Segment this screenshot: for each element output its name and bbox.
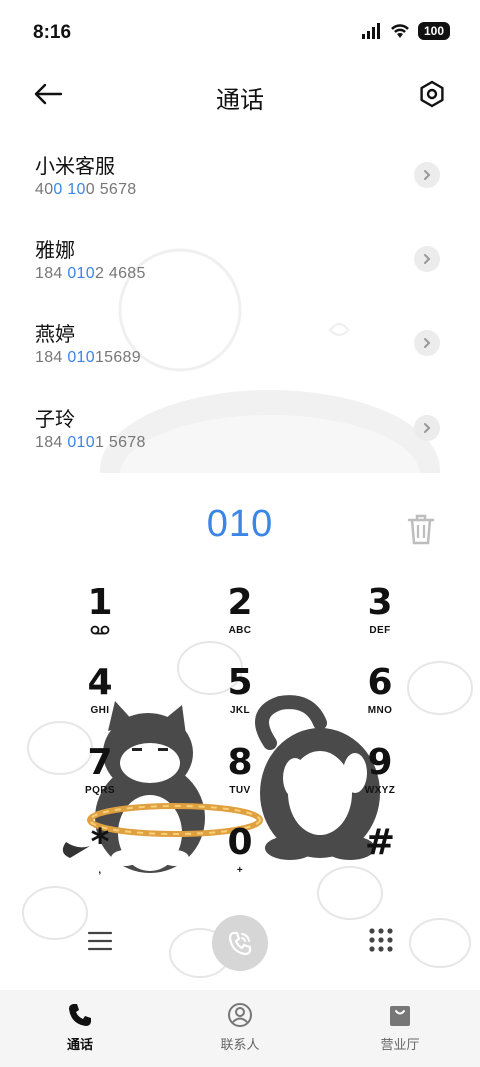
contact-number: 184 01015689	[35, 349, 141, 366]
dial-key-7[interactable]: 7 PQRS	[45, 743, 155, 823]
phone-icon	[69, 1004, 91, 1026]
nav-tab-calls[interactable]: 通话	[20, 990, 140, 1067]
phone-call-icon	[228, 931, 252, 956]
menu-icon	[87, 931, 113, 951]
battery-indicator: 100	[417, 22, 450, 40]
nav-tab-business-hall[interactable]: 营业厅	[340, 990, 460, 1067]
contact-detail-button[interactable]	[414, 330, 440, 356]
status-time: 8:16	[33, 22, 72, 43]
dial-key-1[interactable]: 1	[45, 583, 155, 663]
dial-key-4[interactable]: 4 GHI	[45, 663, 155, 743]
trash-icon	[407, 514, 435, 545]
contact-detail-button[interactable]	[414, 415, 440, 441]
contact-row[interactable]: 小米客服 400 100 5678	[0, 130, 480, 214]
contact-detail-button[interactable]	[414, 162, 440, 188]
contact-name: 子玲	[35, 409, 75, 431]
dial-key-hash[interactable]: #	[325, 823, 435, 903]
dial-key-3[interactable]: 3 DEF	[325, 583, 435, 663]
dialpad-toggle-button[interactable]	[367, 926, 395, 954]
bottom-navigation: 通话 联系人 营业厅	[0, 990, 480, 1067]
page-title: 通话	[216, 87, 264, 114]
chevron-right-icon	[424, 338, 431, 348]
dial-key-2[interactable]: 2 ABC	[185, 583, 295, 663]
chevron-right-icon	[424, 254, 431, 264]
status-icons: 100	[361, 22, 450, 40]
dial-key-5[interactable]: 5 JKL	[185, 663, 295, 743]
dial-key-star[interactable]: * ,	[45, 823, 155, 903]
menu-button[interactable]	[86, 927, 114, 955]
voicemail-icon	[90, 625, 110, 635]
person-icon	[228, 1003, 252, 1027]
dial-key-8[interactable]: 8 TUV	[185, 743, 295, 823]
wifi-icon	[391, 24, 409, 38]
call-button[interactable]	[212, 915, 268, 971]
gear-icon	[420, 80, 444, 108]
dial-key-6[interactable]: 6 MNO	[325, 663, 435, 743]
contact-row[interactable]: 子玲 184 0101 5678	[0, 383, 480, 467]
dial-key-0[interactable]: 0 +	[185, 823, 295, 903]
delete-button[interactable]	[406, 512, 436, 546]
dial-key-9[interactable]: 9 WXYZ	[325, 743, 435, 823]
contact-detail-button[interactable]	[414, 246, 440, 272]
contact-number: 184 0101 5678	[35, 434, 146, 451]
contact-name: 小米客服	[35, 156, 115, 178]
contact-name: 燕婷	[35, 324, 75, 346]
contact-number: 184 0102 4685	[35, 265, 146, 282]
settings-button[interactable]	[416, 78, 448, 110]
contact-name: 雅娜	[35, 240, 75, 262]
nav-tab-contacts[interactable]: 联系人	[180, 990, 300, 1067]
signal-icon	[361, 23, 380, 39]
contact-row[interactable]: 雅娜 184 0102 4685	[0, 214, 480, 298]
bag-icon	[390, 1006, 410, 1026]
contact-row[interactable]: 燕婷 184 01015689	[0, 298, 480, 382]
contact-number: 400 100 5678	[35, 181, 137, 198]
dialpad-grid-icon	[369, 928, 393, 952]
chevron-right-icon	[424, 170, 431, 180]
chevron-right-icon	[424, 423, 431, 433]
